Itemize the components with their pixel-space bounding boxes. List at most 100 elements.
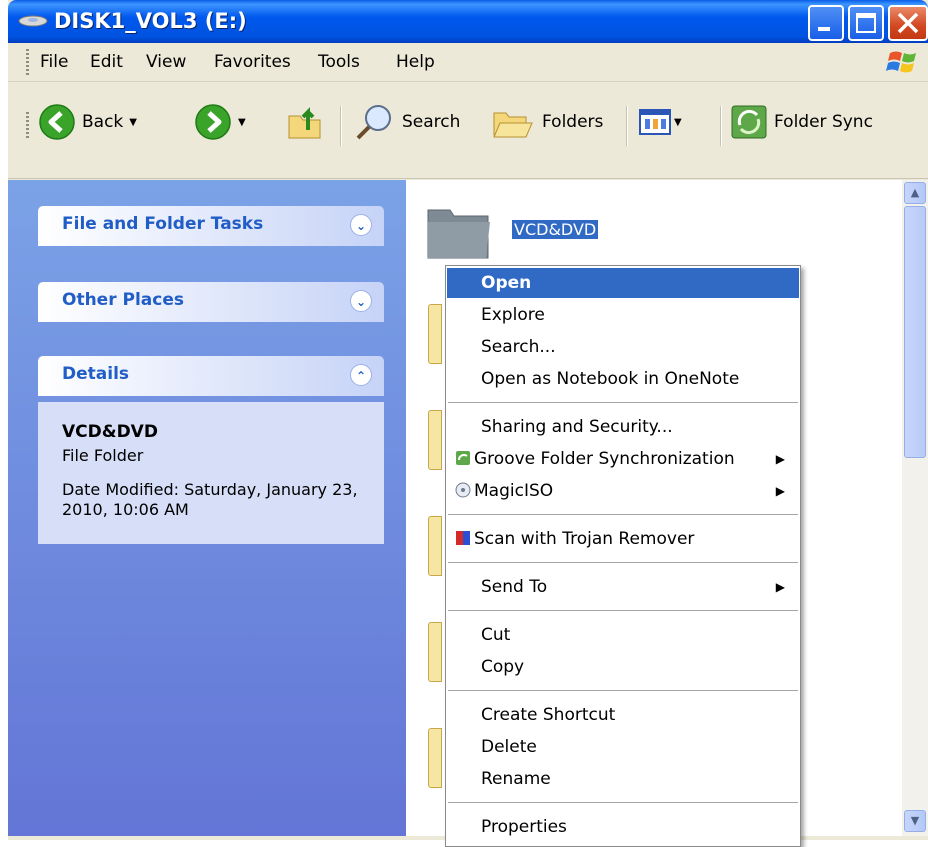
scroll-thumb[interactable] [904, 206, 926, 458]
menu-sharing[interactable]: Sharing and Security... [447, 412, 799, 442]
folder-icon[interactable] [428, 410, 442, 470]
chevron-down-icon[interactable]: ⌄ [350, 290, 372, 312]
groove-icon [456, 451, 470, 465]
menu-separator [448, 802, 798, 803]
drive-icon [18, 15, 48, 27]
toolbar-separator [720, 106, 722, 146]
title-bar[interactable]: DISK1_VOL3 (E:) [8, 0, 928, 43]
menu-tools[interactable]: Tools [318, 43, 360, 81]
menu-file[interactable]: File [40, 43, 68, 81]
menu-separator [448, 514, 798, 515]
vertical-scrollbar[interactable]: ▲ ▼ [902, 180, 928, 836]
menu-bar: File Edit View Favorites Tools Help [8, 43, 928, 82]
back-arrow-icon [39, 104, 75, 140]
menu-send-to[interactable]: Send To ▶ [447, 572, 799, 602]
menu-trojan[interactable]: Scan with Trojan Remover [447, 524, 799, 554]
menu-favorites[interactable]: Favorites [214, 43, 291, 81]
details-header[interactable]: Details ⌃ [38, 356, 384, 396]
windows-logo-icon [886, 51, 916, 73]
maximize-button[interactable] [848, 5, 884, 41]
explorer-window: DISK1_VOL3 (E:) File Edit View Favorites… [8, 0, 928, 847]
menu-groove-label: Groove Folder Synchronization [474, 449, 735, 469]
search-button[interactable]: Search [354, 100, 460, 144]
search-label: Search [402, 112, 461, 132]
file-folder-tasks-title: File and Folder Tasks [62, 214, 264, 234]
menu-open-label: Open [481, 273, 532, 293]
menu-open[interactable]: Open [447, 268, 799, 298]
views-icon [639, 109, 671, 135]
menu-help[interactable]: Help [396, 43, 435, 81]
menubar-grip[interactable] [26, 49, 29, 75]
menu-send-to-label: Send To [481, 577, 548, 597]
menu-trojan-row: Scan with Trojan Remover [455, 524, 694, 554]
menu-cut[interactable]: Cut [447, 620, 799, 650]
menu-open-onenote[interactable]: Open as Notebook in OneNote [447, 364, 799, 394]
toolbar-separator [626, 106, 628, 146]
menu-explore-label: Explore [481, 305, 545, 325]
menu-rename-label: Rename [481, 769, 551, 789]
back-dropdown-icon[interactable]: ▼ [129, 117, 137, 128]
toolbar: Back ▼ ▼ Search Folders ▼ Folder Sync [8, 82, 928, 179]
folder-sync-button[interactable]: Folder Sync [730, 100, 873, 144]
menu-groove[interactable]: Groove Folder Synchronization ▶ [447, 444, 799, 474]
views-button[interactable]: ▼ [638, 100, 682, 144]
menu-create-shortcut-label: Create Shortcut [481, 705, 616, 725]
menu-copy[interactable]: Copy [447, 652, 799, 682]
menu-rename[interactable]: Rename [447, 764, 799, 794]
other-places-header[interactable]: Other Places ⌄ [38, 282, 384, 322]
details-type: File Folder [62, 446, 144, 465]
menu-magiciso-row: MagicISO [455, 476, 553, 506]
chevron-down-icon[interactable]: ⌄ [350, 214, 372, 236]
forward-button[interactable]: ▼ [194, 100, 246, 144]
menu-search[interactable]: Search... [447, 332, 799, 362]
up-folder-icon [288, 107, 321, 139]
search-icon [356, 105, 391, 140]
menu-separator [448, 690, 798, 691]
menu-copy-label: Copy [481, 657, 525, 677]
scroll-down-icon[interactable]: ▼ [904, 810, 926, 832]
submenu-arrow-icon: ▶ [775, 452, 785, 466]
other-places-title: Other Places [62, 290, 184, 310]
details-title: Details [62, 364, 130, 384]
menu-edit[interactable]: Edit [90, 43, 123, 81]
folder-icon[interactable] [424, 202, 494, 260]
menu-separator [448, 402, 798, 403]
up-folder-button[interactable] [286, 100, 326, 144]
details-panel: VCD&DVD File Folder Date Modified: Satur… [38, 402, 384, 544]
views-dropdown-icon[interactable]: ▼ [674, 117, 682, 128]
menu-explore[interactable]: Explore [447, 300, 799, 330]
context-menu: Open Explore Search... Open as Notebook … [445, 265, 801, 847]
close-button[interactable] [888, 5, 928, 41]
folder-icon[interactable] [428, 622, 442, 682]
folder-icon[interactable] [428, 304, 442, 364]
back-button[interactable]: Back ▼ [38, 100, 137, 144]
scroll-up-icon[interactable]: ▲ [904, 182, 926, 204]
menu-separator [448, 562, 798, 563]
folder-sync-label: Folder Sync [774, 112, 873, 132]
menu-search-label: Search... [481, 337, 556, 357]
menu-groove-row: Groove Folder Synchronization [455, 444, 735, 474]
menu-view[interactable]: View [146, 43, 186, 81]
menu-properties-label: Properties [481, 817, 567, 837]
menu-properties[interactable]: Properties [447, 812, 799, 842]
menu-magiciso[interactable]: MagicISO ▶ [447, 476, 799, 506]
folders-label: Folders [542, 112, 604, 132]
menu-sharing-label: Sharing and Security... [481, 417, 673, 437]
folders-button[interactable]: Folders [492, 100, 603, 144]
menu-delete-label: Delete [481, 737, 537, 757]
window-title: DISK1_VOL3 (E:) [54, 9, 247, 33]
chevron-up-icon[interactable]: ⌃ [350, 364, 372, 386]
folder-icon[interactable] [428, 728, 442, 788]
menu-create-shortcut[interactable]: Create Shortcut [447, 700, 799, 730]
submenu-arrow-icon: ▶ [775, 580, 785, 594]
folder-icon[interactable] [428, 516, 442, 576]
file-folder-tasks-header[interactable]: File and Folder Tasks ⌄ [38, 206, 384, 246]
forward-dropdown-icon[interactable]: ▼ [238, 117, 246, 128]
groove-sync-icon [731, 105, 767, 139]
menu-delete[interactable]: Delete [447, 732, 799, 762]
forward-arrow-icon [195, 104, 231, 140]
back-label: Back [82, 112, 124, 132]
selected-folder-name[interactable]: VCD&DVD [512, 220, 599, 239]
minimize-button[interactable] [808, 5, 844, 41]
toolbar-grip[interactable] [26, 112, 29, 138]
